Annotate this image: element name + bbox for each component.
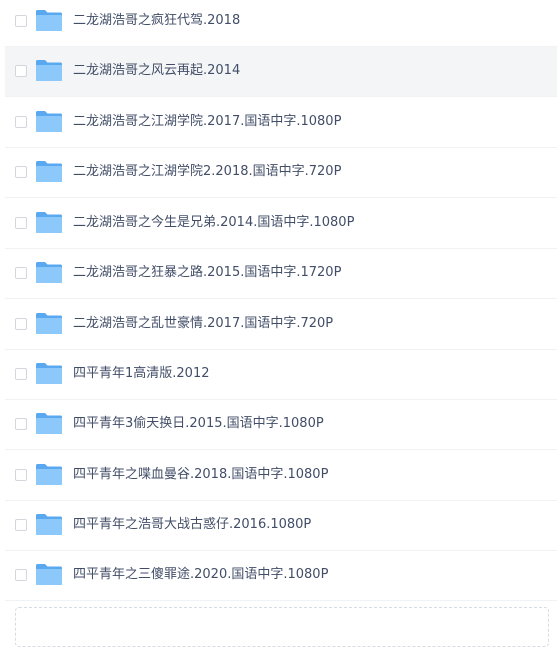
list-item[interactable]: 二龙湖浩哥之乱世豪情.2017.国语中字.720P	[5, 300, 557, 350]
list-item[interactable]: 四平青年之浩哥大战古惑仔.2016.1080P	[5, 501, 557, 551]
row-checkbox[interactable]	[15, 217, 27, 229]
list-item[interactable]: 二龙湖浩哥之疯狂代驾.2018	[5, 0, 557, 47]
file-name[interactable]: 四平青年之浩哥大战古惑仔.2016.1080P	[73, 516, 311, 534]
file-name[interactable]: 二龙湖浩哥之风云再起.2014	[73, 62, 240, 80]
folder-icon	[35, 159, 63, 183]
folder-icon	[35, 512, 63, 536]
row-checkbox[interactable]	[15, 418, 27, 430]
folder-icon	[35, 109, 63, 133]
file-name[interactable]: 四平青年之喋血曼谷.2018.国语中字.1080P	[73, 466, 328, 484]
list-item[interactable]: 四平青年之喋血曼谷.2018.国语中字.1080P	[5, 451, 557, 501]
folder-icon	[35, 361, 63, 385]
row-checkbox[interactable]	[15, 469, 27, 481]
file-name[interactable]: 二龙湖浩哥之狂暴之路.2015.国语中字.1720P	[73, 264, 341, 282]
folder-icon	[35, 311, 63, 335]
file-name[interactable]: 二龙湖浩哥之疯狂代驾.2018	[73, 12, 240, 30]
file-name[interactable]: 四平青年1高清版.2012	[73, 365, 210, 383]
list-item[interactable]: 二龙湖浩哥之江湖学院.2017.国语中字.1080P	[5, 98, 557, 148]
row-checkbox[interactable]	[15, 368, 27, 380]
folder-icon	[35, 210, 63, 234]
file-name[interactable]: 四平青年之三傻罪途.2020.国语中字.1080P	[73, 566, 328, 584]
row-checkbox[interactable]	[15, 519, 27, 531]
file-name[interactable]: 二龙湖浩哥之江湖学院2.2018.国语中字.720P	[73, 163, 341, 181]
upload-drop-zone[interactable]	[15, 607, 549, 647]
row-checkbox[interactable]	[15, 65, 27, 77]
list-item[interactable]: 四平青年3偷天换日.2015.国语中字.1080P	[5, 400, 557, 450]
file-name[interactable]: 二龙湖浩哥之今生是兄弟.2014.国语中字.1080P	[73, 214, 354, 232]
folder-icon	[35, 562, 63, 586]
folder-icon	[35, 8, 63, 32]
file-name[interactable]: 二龙湖浩哥之江湖学院.2017.国语中字.1080P	[73, 113, 341, 131]
file-name[interactable]: 二龙湖浩哥之乱世豪情.2017.国语中字.720P	[73, 315, 333, 333]
list-item[interactable]: 二龙湖浩哥之狂暴之路.2015.国语中字.1720P	[5, 249, 557, 299]
row-checkbox[interactable]	[15, 166, 27, 178]
list-item[interactable]: 四平青年1高清版.2012	[5, 350, 557, 400]
list-item[interactable]: 二龙湖浩哥之江湖学院2.2018.国语中字.720P	[5, 148, 557, 198]
list-item[interactable]: 二龙湖浩哥之今生是兄弟.2014.国语中字.1080P	[5, 199, 557, 249]
row-checkbox[interactable]	[15, 318, 27, 330]
row-checkbox[interactable]	[15, 116, 27, 128]
row-checkbox[interactable]	[15, 569, 27, 581]
list-item[interactable]: 四平青年之三傻罪途.2020.国语中字.1080P	[5, 551, 557, 601]
row-checkbox[interactable]	[15, 267, 27, 279]
folder-icon	[35, 411, 63, 435]
file-list: 二龙湖浩哥之疯狂代驾.2018 二龙湖浩哥之风云再起.2014 二龙湖浩哥之江湖…	[0, 0, 557, 647]
folder-icon	[35, 462, 63, 486]
folder-icon	[35, 260, 63, 284]
file-name[interactable]: 四平青年3偷天换日.2015.国语中字.1080P	[73, 415, 324, 433]
list-item[interactable]: 二龙湖浩哥之风云再起.2014	[5, 47, 557, 97]
row-checkbox[interactable]	[15, 15, 27, 27]
folder-icon	[35, 58, 63, 82]
